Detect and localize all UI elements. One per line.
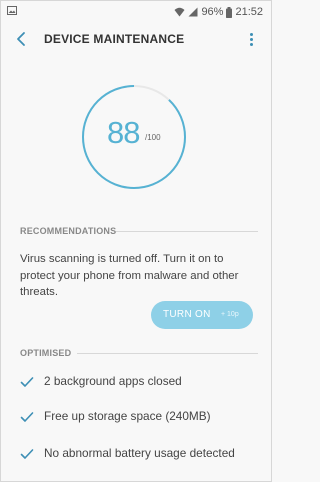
optimised-item-label: No abnormal battery usage detected [44, 446, 235, 460]
optimised-heading: OPTIMISED [20, 348, 72, 358]
turn-on-button[interactable]: TURN ON + 10p [151, 301, 253, 329]
battery-icon [226, 6, 233, 18]
chevron-left-icon [17, 32, 25, 46]
points-badge: + 10p [221, 311, 239, 318]
divider [77, 353, 258, 354]
check-icon [20, 377, 34, 387]
score-max: /100 [145, 133, 161, 142]
divider [116, 231, 258, 232]
check-icon [20, 449, 34, 459]
signal-icon [188, 7, 198, 17]
check-icon [20, 412, 34, 422]
turn-on-label: TURN ON [163, 309, 211, 320]
screen: 96% 21:52 DEVICE MAINTENANCE 88 /100 REC… [0, 0, 272, 482]
recommendation-text: Virus scanning is turned off. Turn it on… [20, 253, 239, 298]
status-bar: 96% 21:52 [1, 1, 271, 23]
clock: 21:52 [235, 6, 263, 18]
battery-percent: 96% [201, 6, 224, 18]
app-bar: DEVICE MAINTENANCE [1, 23, 271, 57]
page-title: DEVICE MAINTENANCE [44, 32, 185, 46]
optimised-item-label: 2 background apps closed [44, 374, 182, 388]
more-vert-icon [247, 33, 255, 46]
more-options-button[interactable] [247, 31, 255, 49]
optimised-item: Free up storage space (240MB) [20, 409, 260, 429]
gallery-notification-icon [7, 6, 17, 15]
score-gauge: 88 /100 [81, 84, 187, 190]
optimised-item: No abnormal battery usage detected [20, 446, 260, 466]
optimised-item-label: Free up storage space (240MB) [44, 409, 211, 423]
score-value: 88 [107, 115, 140, 150]
status-icons: 96% 21:52 [174, 5, 263, 19]
recommendations-heading: RECOMMENDATIONS [20, 226, 117, 236]
wifi-icon [174, 7, 185, 17]
back-button[interactable] [13, 30, 31, 48]
optimised-item: 2 background apps closed [20, 374, 260, 394]
